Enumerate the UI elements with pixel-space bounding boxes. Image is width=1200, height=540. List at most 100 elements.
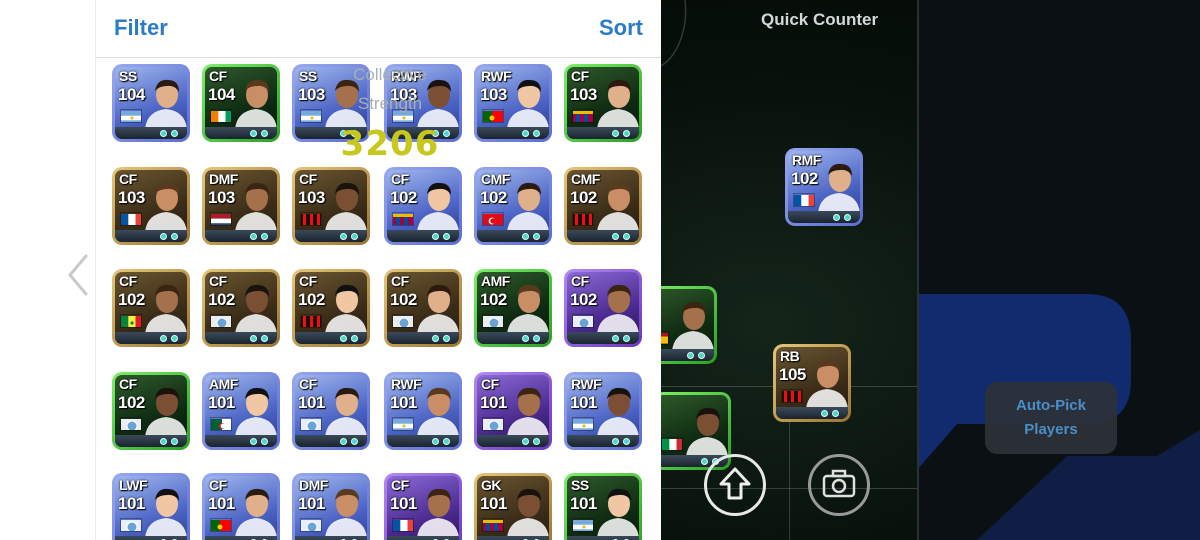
player-card[interactable]: CF 104 <box>202 64 280 142</box>
skill-dot-icon <box>351 335 358 342</box>
skill-dot-icon <box>171 438 178 445</box>
card-face: CF 102 <box>387 170 459 242</box>
club-crest-flag-icon <box>392 314 414 328</box>
player-rating: 103 <box>208 188 235 207</box>
card-face: DMF 101 <box>295 476 367 540</box>
skill-indicator-bar <box>295 536 367 540</box>
player-card[interactable]: CMF 102 <box>564 167 642 245</box>
player-card[interactable]: CF 102 <box>202 269 280 347</box>
skill-indicator-bar <box>295 230 367 242</box>
left-margin <box>0 0 16 540</box>
player-rating: 102 <box>118 290 145 309</box>
auto-pick-players-button[interactable]: Auto-Pick Players <box>985 382 1117 454</box>
player-card[interactable]: RB 105 <box>773 344 851 422</box>
skill-dot-icon <box>698 352 705 359</box>
player-portrait <box>593 276 639 334</box>
player-rating: 102 <box>208 290 235 309</box>
player-card[interactable]: CF 101 <box>292 372 370 450</box>
player-card[interactable]: DMF 103 <box>202 167 280 245</box>
skill-dot-icon <box>844 214 851 221</box>
player-card[interactable]: 3 <box>661 286 717 364</box>
player-card[interactable]: RWF 101 <box>564 372 642 450</box>
skill-dot-icon <box>250 233 257 240</box>
collective-label-line2: Strength <box>357 94 423 113</box>
skill-dot-icon <box>160 130 167 137</box>
player-position: CF <box>571 273 589 289</box>
player-card[interactable]: CF 103 <box>112 167 190 245</box>
argentina-flag-icon <box>120 109 142 123</box>
upload-button[interactable] <box>704 454 766 516</box>
skill-indicator-bar <box>477 536 549 540</box>
player-card[interactable]: RWF 101 <box>384 372 462 450</box>
camera-icon <box>822 469 856 498</box>
skill-dot-icon <box>522 335 529 342</box>
player-card[interactable]: RWF 103 <box>474 64 552 142</box>
skill-dot-icon <box>250 335 257 342</box>
card-face: GK 101 <box>477 476 549 540</box>
player-rating: 101 <box>298 393 325 412</box>
center-circle-arc <box>661 0 687 67</box>
player-card[interactable]: CF 102 <box>112 372 190 450</box>
skill-dot-icon <box>623 335 630 342</box>
player-rating: 101 <box>390 393 417 412</box>
card-face: CF 104 <box>205 67 277 139</box>
player-card[interactable]: CF 101 <box>474 372 552 450</box>
player-portrait <box>413 276 459 334</box>
card-face: CF 102 <box>567 272 639 344</box>
skill-dot-icon <box>522 130 529 137</box>
player-portrait <box>593 71 639 129</box>
sort-button[interactable]: Sort <box>599 15 643 41</box>
formation-name: Quick Counter <box>761 10 879 29</box>
player-rating: 101 <box>118 494 145 513</box>
auto-pick-line2: Players <box>1024 421 1078 438</box>
skill-indicator-bar <box>115 127 187 139</box>
card-face: RWF 103 <box>477 67 549 139</box>
skill-indicator-bar <box>661 349 714 361</box>
skill-indicator-bar <box>387 230 459 242</box>
player-card[interactable]: CF 102 <box>564 269 642 347</box>
player-card[interactable]: CF 103 <box>564 64 642 142</box>
ivory-coast-flag-icon <box>210 109 232 123</box>
skill-indicator-bar <box>477 435 549 447</box>
player-rating: 101 <box>480 393 507 412</box>
player-rating: 102 <box>298 290 325 309</box>
skill-indicator-bar <box>205 230 277 242</box>
player-portrait <box>321 276 367 334</box>
player-position: GK <box>481 477 502 493</box>
player-card[interactable]: LWF 101 <box>112 473 190 540</box>
filter-button[interactable]: Filter <box>114 15 168 41</box>
player-card[interactable]: CF 102 <box>292 269 370 347</box>
card-face: CMF 102 <box>477 170 549 242</box>
player-card[interactable]: CF 102 <box>384 269 462 347</box>
screenshot-button[interactable] <box>808 454 870 516</box>
player-card[interactable]: DMF 101 <box>292 473 370 540</box>
player-card[interactable]: CF 101 <box>202 473 280 540</box>
player-card[interactable]: CF 103 <box>292 167 370 245</box>
chevron-left-icon[interactable] <box>62 252 92 298</box>
skill-dot-icon <box>443 335 450 342</box>
skill-dot-icon <box>432 438 439 445</box>
skill-dot-icon <box>522 233 529 240</box>
player-card[interactable]: AMF 102 <box>474 269 552 347</box>
card-face: CF 101 <box>205 476 277 540</box>
player-rating: 103 <box>118 188 145 207</box>
sidebar-divider <box>917 0 919 540</box>
player-card[interactable]: SS 101 <box>564 473 642 540</box>
player-card[interactable]: CF 101 <box>384 473 462 540</box>
milan-flag-icon <box>300 314 322 328</box>
player-card[interactable]: GK 101 <box>474 473 552 540</box>
player-card[interactable]: CF 102 <box>384 167 462 245</box>
player-card[interactable]: RMF 102 <box>785 148 863 226</box>
player-card[interactable]: AMF 101 <box>202 372 280 450</box>
player-rating: 102 <box>480 188 507 207</box>
player-rating: 104 <box>118 85 145 104</box>
player-rating: 103 <box>570 85 597 104</box>
spain-flag-icon <box>661 331 669 345</box>
turkey-flag-icon <box>482 212 504 226</box>
skill-indicator-bar <box>115 332 187 344</box>
card-face: DMF 103 <box>205 170 277 242</box>
player-card[interactable]: CF 102 <box>112 269 190 347</box>
player-card[interactable]: CMF 102 <box>474 167 552 245</box>
barcelona-flag-icon <box>572 109 594 123</box>
player-card[interactable]: SS 104 <box>112 64 190 142</box>
